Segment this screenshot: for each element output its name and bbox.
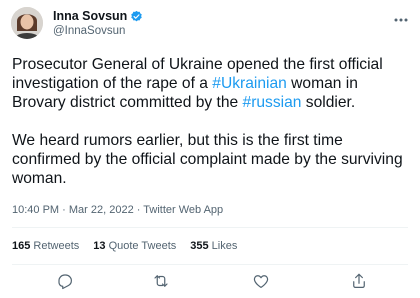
hashtag-link[interactable]: #Ukrainian (212, 75, 287, 92)
more-dots-icon[interactable] (393, 12, 409, 22)
author-name[interactable]: Inna Sovsun (53, 9, 127, 23)
hashtag-link[interactable]: #russian (243, 94, 302, 111)
quote-tweets-label: Quote Tweets (105, 240, 177, 252)
tweet-actions (0, 272, 420, 296)
retweets-stat[interactable]: 165 Retweets (12, 240, 79, 252)
retweet-icon[interactable] (152, 272, 172, 292)
likes-stat[interactable]: 355 Likes (190, 240, 237, 252)
verified-badge-icon (130, 10, 143, 23)
tweet-paragraph-1: Prosecutor General of Ukraine opened the… (12, 55, 410, 112)
meta-separator: · (133, 204, 144, 216)
tweet-paragraph-2: We heard rumors earlier, but this is the… (12, 132, 403, 187)
avatar[interactable] (11, 7, 43, 39)
tweet-text: Prosecutor General of Ukraine opened the… (12, 55, 410, 188)
tweet-card: Inna Sovsun @InnaSovsun Prosecutor Gener… (0, 0, 420, 298)
retweets-label: Retweets (30, 240, 80, 252)
likes-label: Likes (208, 240, 238, 252)
tweet-date[interactable]: Mar 22, 2022 (69, 204, 134, 216)
author-handle[interactable]: @InnaSovsun (53, 25, 125, 37)
quote-tweets-count: 13 (93, 240, 106, 252)
tweet-stats: 165 Retweets 13 Quote Tweets 355 Likes (12, 240, 251, 252)
reply-icon[interactable] (56, 272, 76, 292)
retweets-count: 165 (12, 240, 31, 252)
divider (12, 264, 408, 265)
heart-icon[interactable] (252, 272, 272, 292)
author-name-row: Inna Sovsun (53, 9, 143, 23)
tweet-text-segment: soldier. (301, 94, 356, 111)
meta-separator: · (59, 204, 69, 216)
divider (12, 227, 408, 228)
tweet-source[interactable]: Twitter Web App (143, 204, 223, 216)
tweet-meta: 10:40 PM · Mar 22, 2022 · Twitter Web Ap… (12, 204, 223, 216)
tweet-time[interactable]: 10:40 PM (12, 204, 59, 216)
likes-count: 355 (190, 240, 209, 252)
quote-tweets-stat[interactable]: 13 Quote Tweets (93, 240, 176, 252)
share-icon[interactable] (350, 272, 370, 292)
